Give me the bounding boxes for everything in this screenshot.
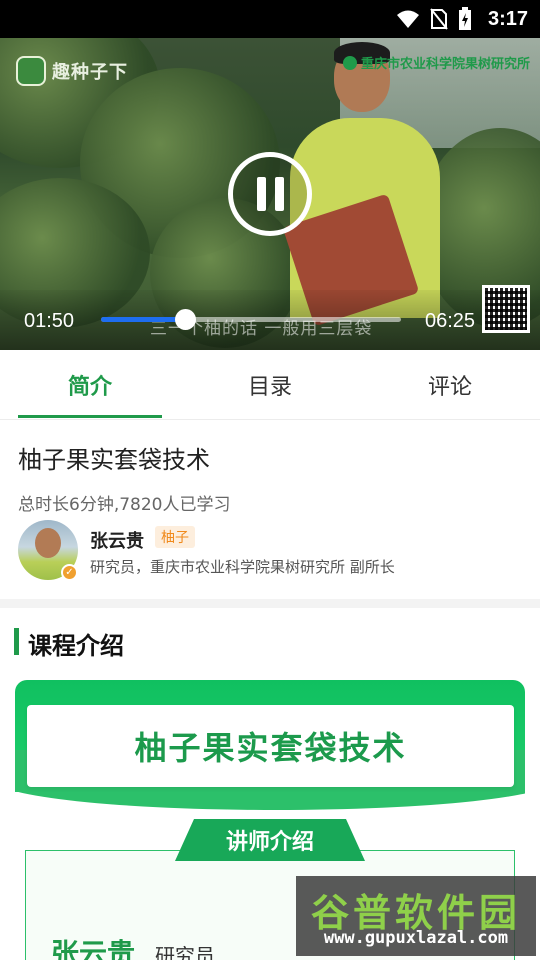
battery-charging-icon (458, 7, 471, 30)
section-divider (0, 599, 540, 608)
wifi-icon (396, 10, 419, 28)
current-time: 01:50 (24, 310, 75, 332)
no-sim-icon (430, 8, 448, 30)
video-presenter (282, 38, 454, 327)
institute-logo: 重庆市农业科学院果树研究所 (342, 56, 530, 73)
qr-code (482, 285, 530, 333)
progress-fill (101, 317, 185, 322)
tab-intro[interactable]: 简介 (0, 350, 180, 420)
watermark-url: www.gupuxlazal.com (323, 928, 509, 948)
tab-comments[interactable]: 评论 (360, 350, 540, 420)
pause-button[interactable] (228, 152, 312, 236)
tab-active-indicator (18, 415, 162, 418)
teacher-name: 张云贵 (90, 531, 144, 552)
banner-title: 柚子果实套袋技术 (134, 729, 407, 767)
course-title: 柚子果实套袋技术 (18, 446, 210, 474)
banner-badge: 讲师介绍 (175, 819, 365, 861)
banner-badge-text: 讲师介绍 (225, 830, 314, 855)
progress-thumb[interactable] (175, 309, 196, 330)
banner-teacher-name: 张云贵 (51, 937, 136, 960)
banner-title-card: 柚子果实套袋技术 (27, 705, 514, 787)
banner-teacher-role: 研究员 (155, 944, 215, 960)
tab-catalog[interactable]: 目录 (180, 350, 360, 420)
brand-logo: 趣种子下 (16, 56, 128, 86)
status-time: 3:17 (487, 7, 528, 30)
watermark: 谷普软件园 www.gupuxlazal.com (296, 876, 536, 956)
institute-emblem-icon (342, 56, 357, 70)
section-title: 课程介绍 (28, 632, 124, 660)
teacher-tag: 柚子 (155, 526, 195, 548)
progress-bar[interactable] (101, 309, 401, 330)
teacher-description: 研究员，重庆市农业科学院果树研究所 副所长 (90, 558, 395, 576)
status-icons: 3:17 (396, 0, 528, 38)
total-time: 06:25 (425, 310, 476, 332)
verified-badge-icon: ✓ (61, 564, 78, 581)
status-bar: 3:17 (0, 0, 540, 38)
leaf-icon (16, 56, 46, 86)
section-accent-bar (14, 628, 19, 655)
brand-logo-text: 趣种子下 (52, 62, 128, 83)
course-meta: 总时长6分钟,7820人已学习 (18, 495, 231, 515)
tab-bar: 简介 目录 评论 (0, 350, 540, 420)
institute-name: 重庆市农业科学院果树研究所 (360, 57, 530, 72)
pause-icon (257, 177, 266, 211)
